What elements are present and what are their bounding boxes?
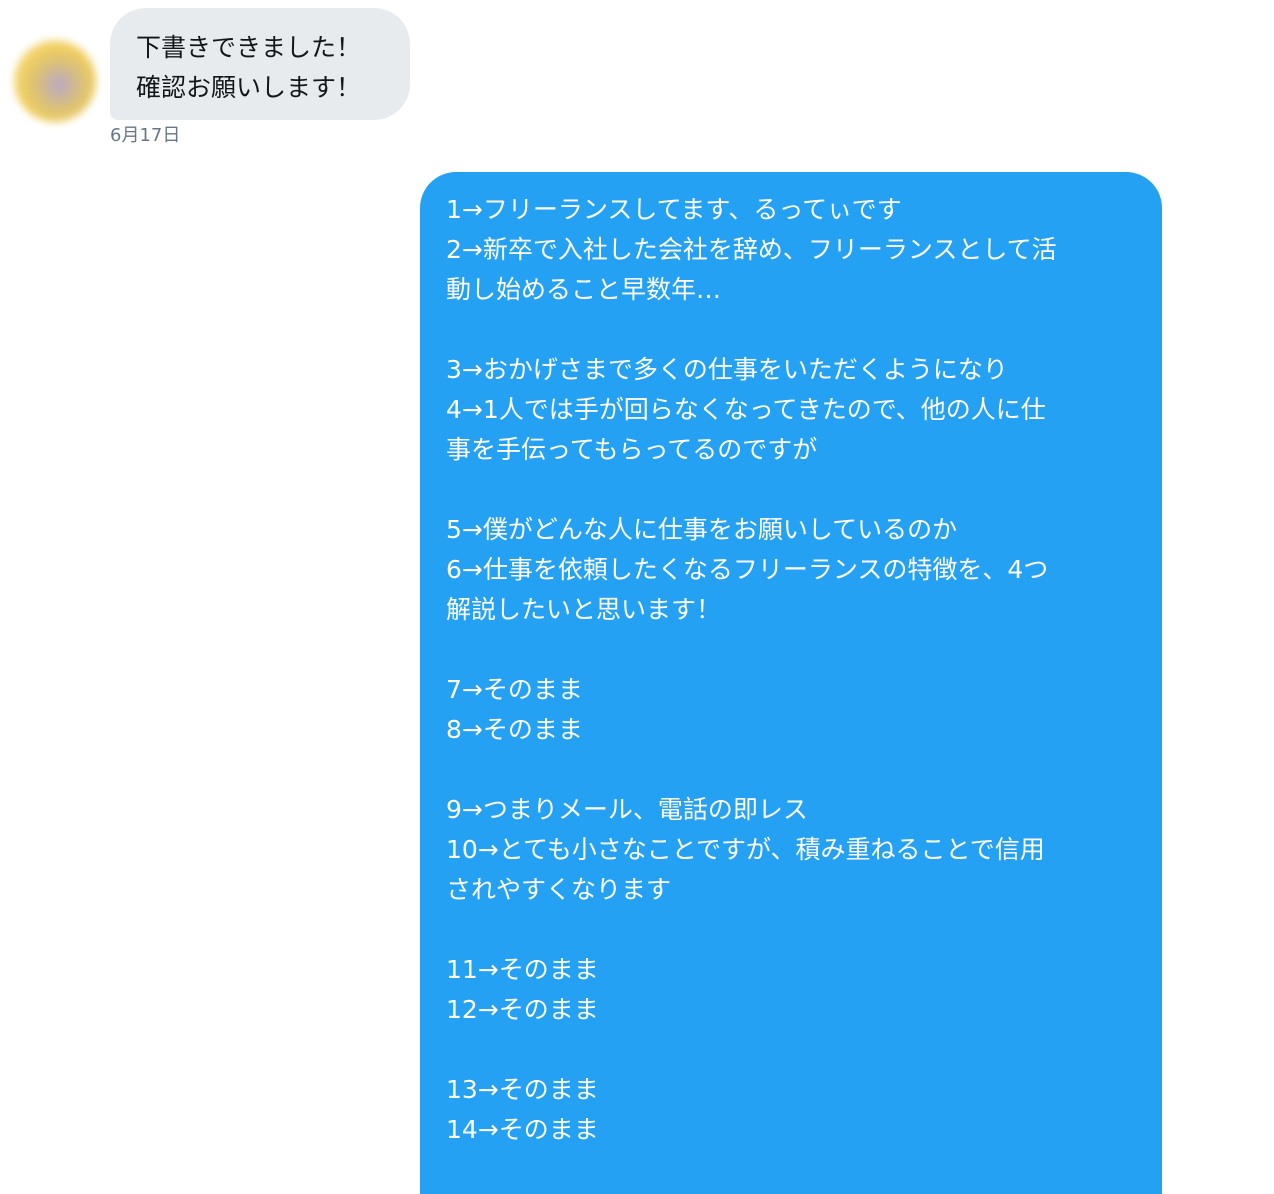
message-line: 解説したいと思います！ [446,595,722,624]
message-line: 下書きできました！ [136,33,362,62]
message-line [446,470,1136,510]
message-line: 事を手伝ってもらってるのですが [446,435,818,464]
message-line: 4→1人では手が回らなくなってきたので、他の人に仕 [446,395,1046,424]
message-line [446,630,1136,670]
message-line: 11→そのまま [446,955,599,984]
message-line [446,910,1136,950]
message-line: 14→そのまま [446,1115,599,1144]
avatar[interactable] [14,40,96,122]
message-line: 1→フリーランスしてます、るってぃです [446,195,902,224]
message-line: 12→そのまま [446,995,599,1024]
message-line: 10→とても小さなことですが、積み重ねることで信用 [446,835,1045,864]
message-line: 2→新卒で入社した会社を辞め、フリーランスとして活 [446,235,1057,264]
message-line: されやすくなります [446,875,672,904]
outgoing-message-bubble[interactable]: 1→フリーランスしてます、るってぃです 2→新卒で入社した会社を辞め、フリーラン… [420,172,1162,1194]
message-line: 5→僕がどんな人に仕事をお願いしているのか [446,515,958,544]
message-line: 9→つまりメール、電話の即レス [446,795,808,824]
message-line: 確認お願いします！ [136,73,362,102]
message-line: 6→仕事を依頼したくなるフリーランスの特徴を、4つ [446,555,1049,584]
message-line: 7→そのまま [446,675,583,704]
incoming-message-bubble[interactable]: 下書きできました！ 確認お願いします！ [110,8,410,120]
dm-conversation: 下書きできました！ 確認お願いします！ 6月17日 1→フリーランスしてます、る… [0,0,1274,1194]
message-line [446,750,1136,790]
message-line [446,310,1136,350]
message-line: 8→そのまま [446,715,583,744]
message-timestamp: 6月17日 [110,125,181,146]
message-line [446,1030,1136,1070]
message-line: 13→そのまま [446,1075,599,1104]
message-line: 動し始めること早数年… [446,275,722,304]
message-line: 3→おかげさまで多くの仕事をいただくようになり [446,355,1008,384]
